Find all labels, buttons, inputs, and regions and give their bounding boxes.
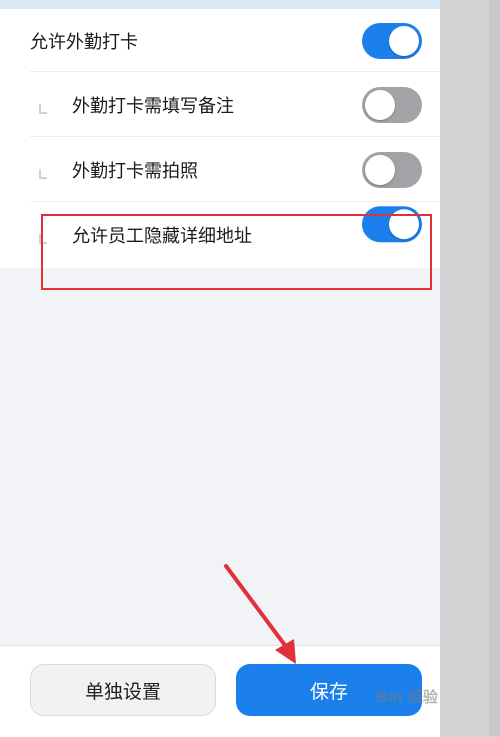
annotation-arrow-icon [224, 564, 296, 664]
watermark: Bai 经验 [376, 688, 438, 706]
